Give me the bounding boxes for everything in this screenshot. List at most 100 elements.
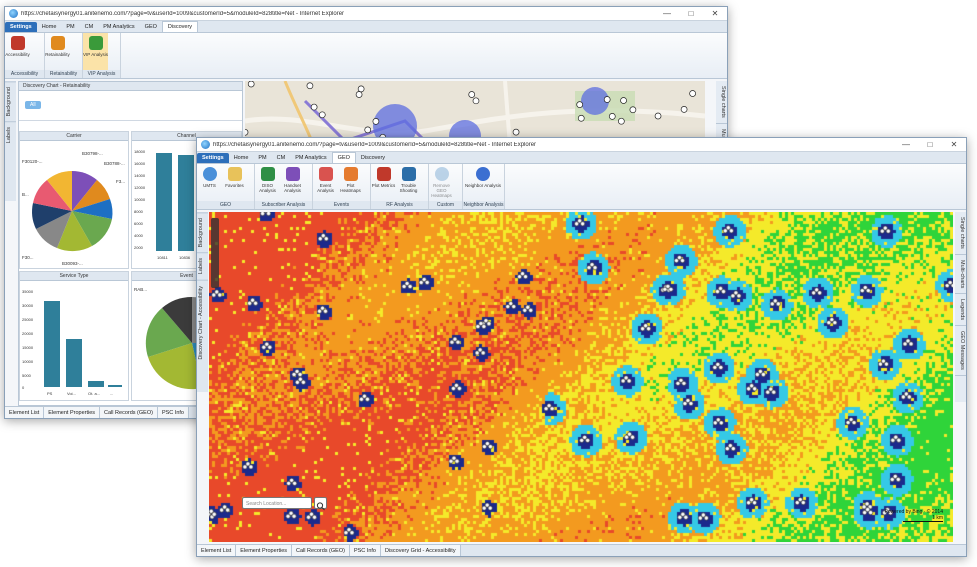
- bottom-tab-element-properties[interactable]: Element Properties: [236, 545, 293, 556]
- site-marker[interactable]: [654, 112, 662, 120]
- retainability-label: Retainability: [45, 52, 70, 57]
- tab-pm-analytics[interactable]: PM Analytics: [98, 22, 139, 32]
- geo-heatmap[interactable]: Search Location... Powered by Bing · © 2…: [209, 212, 953, 542]
- filter-chip-all[interactable]: All: [25, 101, 41, 109]
- map-nav-strip[interactable]: [211, 218, 219, 288]
- site-marker[interactable]: [355, 91, 363, 98]
- favorites-button[interactable]: Favorites: [222, 164, 247, 201]
- maximize-icon[interactable]: □: [679, 9, 703, 18]
- tab-geo[interactable]: GEO: [331, 152, 356, 163]
- vtab-single-charts[interactable]: Single charts: [716, 81, 727, 124]
- bottom-tab-psc-info[interactable]: PSC Info: [157, 407, 189, 418]
- ribbon-group-rf-analysis: Plot Metrics Trouble Shooting RF Analysi…: [371, 164, 429, 209]
- vip-analysis-icon: [88, 36, 103, 50]
- accessibility-button[interactable]: Accessibility: [5, 33, 30, 70]
- bottom-tab-call-records[interactable]: Call Records (GEO): [292, 545, 350, 556]
- remove-heatmap-icon: [434, 167, 449, 181]
- axis-tick: Ot. a...: [88, 391, 100, 396]
- bottom-tab-call-records[interactable]: Call Records (GEO): [100, 407, 158, 418]
- site-marker[interactable]: [629, 106, 637, 114]
- site-marker[interactable]: [364, 126, 372, 134]
- bar: [178, 155, 194, 251]
- site-marker[interactable]: [318, 111, 326, 119]
- diso-analysis-button[interactable]: DISO Analysis: [255, 164, 280, 201]
- minimize-icon[interactable]: —: [655, 9, 679, 18]
- vtab-labels[interactable]: Labels: [197, 252, 208, 280]
- plot-metrics-button[interactable]: Plot Metrics: [371, 164, 396, 201]
- tab-settings[interactable]: Settings: [197, 153, 229, 163]
- search-button[interactable]: [314, 497, 327, 511]
- minimize-icon[interactable]: —: [894, 140, 918, 149]
- site-marker[interactable]: [247, 81, 255, 88]
- tab-pm[interactable]: PM: [253, 153, 271, 163]
- axis-tick: 30000: [22, 303, 34, 308]
- ribbon-group-label: Retainability: [45, 70, 82, 78]
- bottom-tab-psc-info[interactable]: PSC Info: [349, 545, 381, 556]
- site-marker[interactable]: [372, 118, 380, 125]
- close-icon[interactable]: ✕: [942, 140, 966, 149]
- site-marker[interactable]: [245, 128, 249, 136]
- site-marker[interactable]: [608, 113, 616, 120]
- vip-analysis-button[interactable]: VIP Analysis: [83, 33, 108, 70]
- pie-label: B30788-...: [104, 161, 125, 166]
- plot-heatmaps-button[interactable]: Plot Heatmaps: [338, 164, 363, 201]
- site-marker[interactable]: [689, 90, 696, 97]
- site-marker[interactable]: [617, 117, 625, 125]
- heatmap-canvas[interactable]: [209, 212, 953, 542]
- neighbor-analysis-button[interactable]: Neighbor Analysis: [463, 164, 503, 201]
- site-marker[interactable]: [310, 103, 318, 111]
- umts-button[interactable]: UMTS: [197, 164, 222, 201]
- site-marker[interactable]: [603, 96, 611, 103]
- site-marker[interactable]: [620, 97, 627, 104]
- axis-tick: 10836: [179, 255, 191, 260]
- remove-geo-heatmaps-button[interactable]: Remove GEO Heatmaps: [429, 164, 454, 201]
- trouble-shooting-button[interactable]: Trouble Shooting: [396, 164, 421, 201]
- tab-geo[interactable]: GEO: [140, 22, 162, 32]
- vtab-geo-messages[interactable]: GEO Messages: [955, 326, 966, 377]
- vtab-labels[interactable]: Labels: [5, 121, 16, 149]
- search-location-input[interactable]: Search Location...: [242, 497, 312, 509]
- site-marker[interactable]: [680, 105, 688, 113]
- vtab-single-charts[interactable]: Single charts: [955, 212, 966, 255]
- tab-discovery[interactable]: Discovery: [161, 21, 199, 32]
- bar: [66, 339, 82, 387]
- bottom-tab-discovery-grid[interactable]: Discovery Grid - Accessibility: [380, 545, 461, 556]
- site-marker[interactable]: [357, 85, 365, 93]
- site-marker[interactable]: [472, 97, 480, 105]
- site-marker[interactable]: [306, 82, 314, 90]
- site-marker[interactable]: [577, 114, 585, 122]
- vtab-background[interactable]: Background: [197, 212, 208, 253]
- site-marker[interactable]: [576, 101, 584, 108]
- close-icon[interactable]: ✕: [703, 9, 727, 18]
- ribbon-group-label: VIP Analysis: [83, 70, 120, 78]
- plot-metrics-label: Plot Metrics: [371, 183, 396, 188]
- front-left-vtabs: Background Labels Discovery Chart - Acce…: [197, 212, 208, 392]
- tab-settings[interactable]: Settings: [5, 22, 37, 32]
- vtab-multi-charts[interactable]: Multi-charts: [955, 255, 966, 295]
- tab-discovery[interactable]: Discovery: [356, 153, 390, 163]
- handset-analysis-button[interactable]: Handset Analysis: [280, 164, 305, 201]
- vtab-legends[interactable]: Legends: [955, 294, 966, 327]
- carrier-chart: Carrier F30120-... B30798-... B30788-...…: [19, 131, 129, 269]
- axis-tick: 16000: [134, 161, 146, 166]
- event-analysis-button[interactable]: Event Analysis: [313, 164, 338, 201]
- tab-pm-analytics[interactable]: PM Analytics: [290, 153, 331, 163]
- ribbon-group-label: Accessibility: [5, 70, 44, 78]
- bottom-tab-element-list[interactable]: Element List: [197, 545, 237, 556]
- tab-cm[interactable]: CM: [272, 153, 291, 163]
- tab-home[interactable]: Home: [229, 153, 254, 163]
- site-marker[interactable]: [468, 91, 476, 98]
- bottom-tab-element-list[interactable]: Element List: [5, 407, 45, 418]
- event-analysis-label: Event Analysis: [317, 183, 334, 193]
- vtab-background[interactable]: Background: [5, 81, 16, 122]
- tab-home[interactable]: Home: [37, 22, 62, 32]
- maximize-icon[interactable]: □: [918, 140, 942, 149]
- tab-cm[interactable]: CM: [80, 22, 99, 32]
- tab-pm[interactable]: PM: [61, 22, 79, 32]
- favorites-label: Favorites: [225, 183, 244, 188]
- retainability-button[interactable]: Retainability: [45, 33, 70, 70]
- site-marker[interactable]: [512, 128, 520, 136]
- front-ribbon: UMTS Favorites GEO DISO Analysis Handset…: [197, 164, 966, 210]
- bottom-tab-element-properties[interactable]: Element Properties: [44, 407, 101, 418]
- vtab-discovery-chart-accessibility[interactable]: Discovery Chart - Accessibility: [197, 279, 208, 365]
